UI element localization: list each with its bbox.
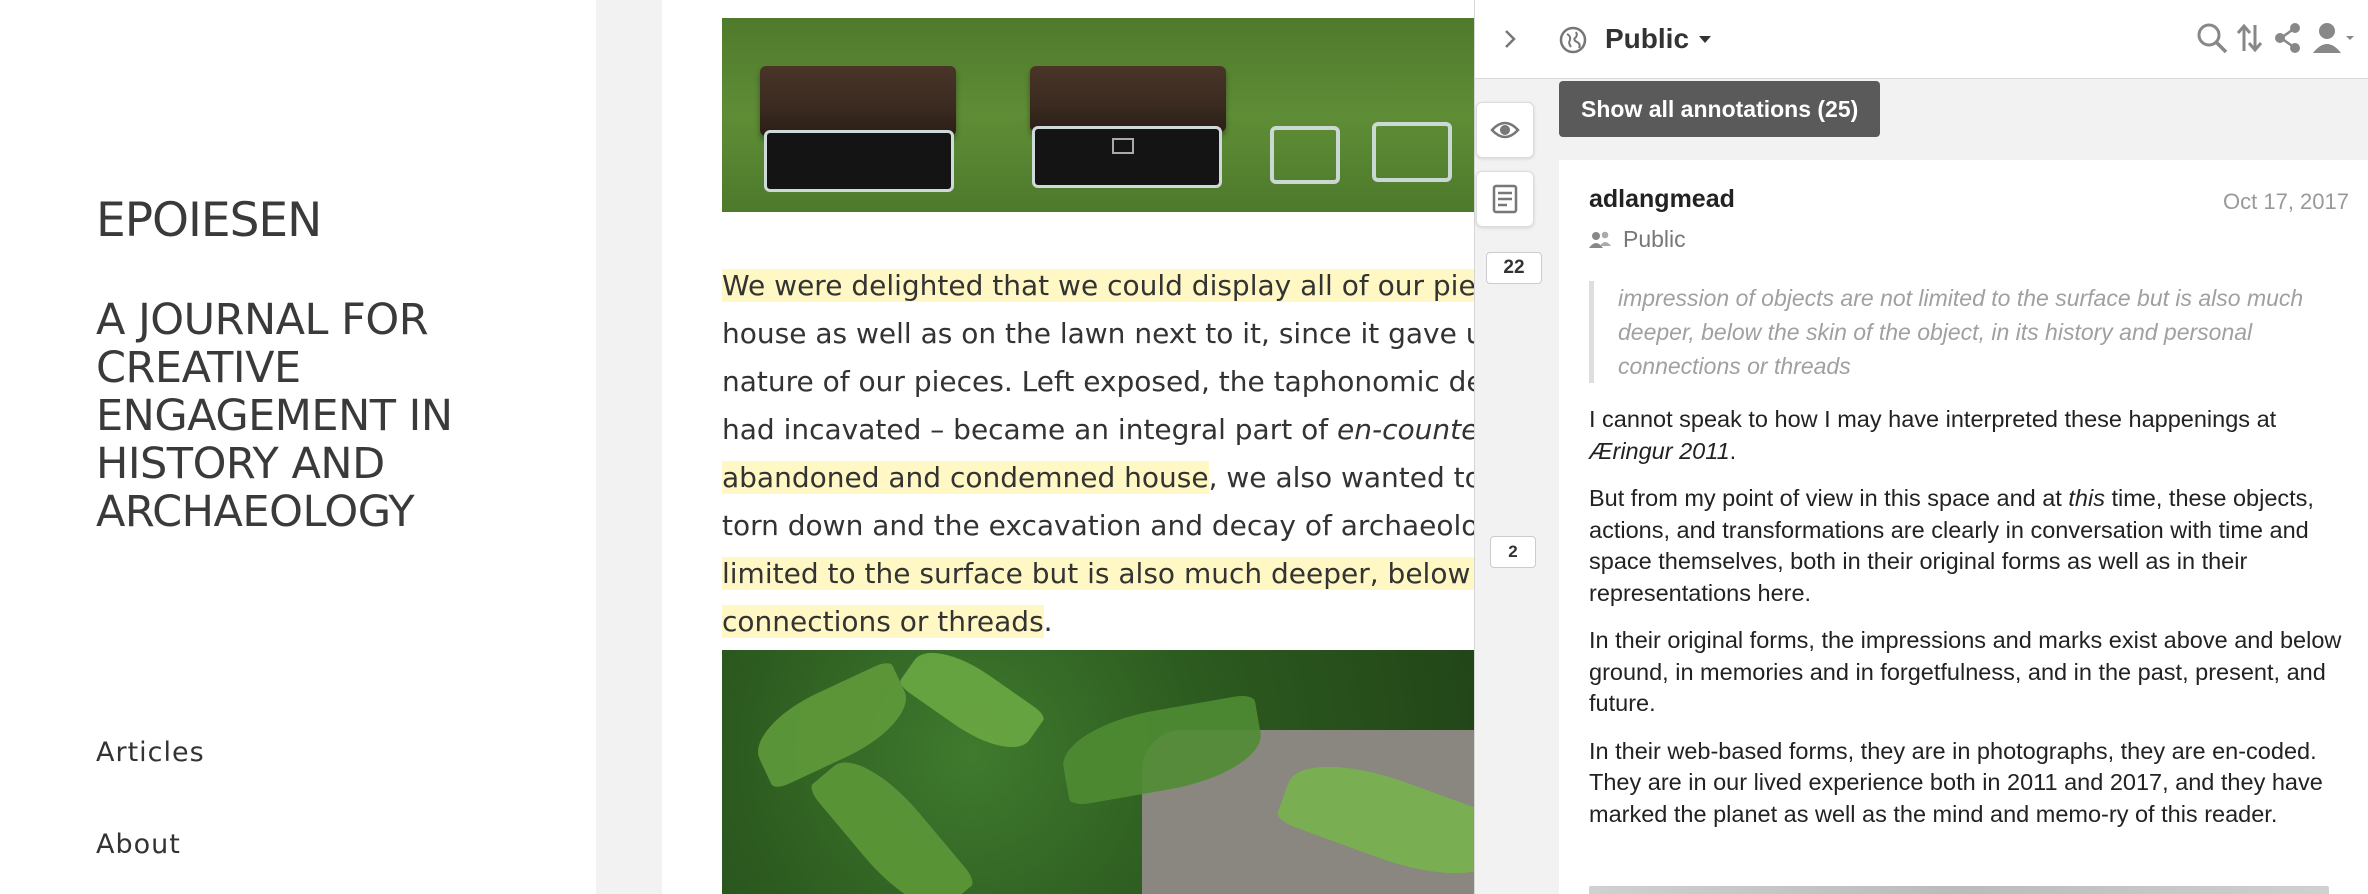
- annotation-embedded-screenshot: [1589, 886, 2329, 894]
- annotation-paragraph: I cannot speak to how I may have interpr…: [1589, 404, 2344, 467]
- annotation-text: In their web-based forms, they are in ph…: [1589, 737, 2323, 827]
- chevron-right-icon: [1505, 30, 1516, 48]
- chalk-outline: [1270, 126, 1340, 184]
- highlighted-text[interactable]: connections or threads: [722, 605, 1044, 638]
- annotation-card[interactable]: adlangmead Oct 17, 2017 Public impressio…: [1559, 160, 2368, 894]
- show-all-annotations-button[interactable]: Show all annotations (25): [1559, 81, 1881, 137]
- article-text-segment: had incavated – became an integral part …: [722, 413, 1337, 446]
- annotation-paragraph: In their original forms, the impressions…: [1589, 625, 2344, 720]
- toggle-highlights-button[interactable]: [1476, 102, 1534, 158]
- annotation-body: I cannot speak to how I may have interpr…: [1589, 404, 2344, 846]
- search-icon[interactable]: [2195, 21, 2229, 60]
- privacy-label: Public: [1623, 226, 1686, 252]
- highlighted-text[interactable]: abandoned and condemned house: [722, 461, 1209, 494]
- article-line: We were delighted that we could display …: [722, 262, 1542, 310]
- annotation-topbar: Public: [1475, 0, 2368, 79]
- user-icon[interactable]: [2313, 21, 2357, 60]
- article-line: nature of our pieces. Left exposed, the …: [722, 358, 1542, 406]
- annotation-paragraph: In their web-based forms, they are in ph…: [1589, 736, 2344, 831]
- article-line: torn down and the excavation and decay o…: [722, 502, 1542, 550]
- globe-icon[interactable]: [1559, 26, 1587, 59]
- collapse-sidebar-button[interactable]: [1495, 24, 1525, 54]
- soil-mound: [760, 66, 956, 136]
- leaf: [807, 743, 977, 894]
- article-line: house as well as on the lawn next to it,…: [722, 310, 1542, 358]
- highlighted-text[interactable]: We were delighted that we could display …: [722, 269, 1542, 302]
- site-tagline: A JOURNAL FOR CREATIVE ENGAGEMENT IN HIS…: [96, 295, 453, 537]
- nav-link-articles[interactable]: Articles: [96, 737, 205, 768]
- site-sidebar: EPOIESEN A JOURNAL FOR CREATIVE ENGAGEME…: [0, 0, 596, 894]
- page-gutter: [596, 0, 662, 894]
- article-photo-bottom: [722, 650, 1542, 894]
- article-text: We were delighted that we could display …: [722, 262, 1542, 646]
- leaf: [897, 650, 1047, 765]
- annotation-paragraph: But from my point of view in this space …: [1589, 483, 2344, 609]
- annotation-text: this: [2068, 485, 2105, 511]
- article-text-segment: torn down and the excavation and decay o…: [722, 509, 1542, 542]
- annotation-privacy: Public: [1589, 226, 1686, 253]
- excavated-pit: [1032, 126, 1222, 188]
- soil-mound: [1030, 66, 1226, 132]
- article-content: We were delighted that we could display …: [662, 0, 1542, 894]
- annotation-text: Æringur 2011: [1589, 437, 1730, 464]
- annotation-sidebar: Public Show all annotations (25) adlangm…: [1474, 0, 2368, 894]
- annotation-text: .: [1729, 437, 1737, 464]
- group-selector[interactable]: Public: [1605, 23, 1689, 55]
- group-icon: [1589, 231, 1611, 248]
- marker-square: [1112, 138, 1134, 154]
- annotation-quote: impression of objects are not limited to…: [1589, 281, 2329, 383]
- annotation-bucket[interactable]: 22: [1486, 252, 1542, 284]
- annotation-username[interactable]: adlangmead: [1589, 185, 1735, 214]
- chalk-outline: [1372, 122, 1452, 182]
- article-line: had incavated – became an integral part …: [722, 406, 1542, 454]
- annotation-text: I cannot speak to how I may have interpr…: [1589, 406, 2277, 432]
- article-photo-top: [722, 18, 1542, 212]
- sort-icon[interactable]: [2235, 21, 2265, 60]
- excavated-pit: [764, 130, 954, 192]
- caret-down-icon[interactable]: [1699, 36, 1711, 43]
- article-text-segment: .: [1043, 605, 1053, 638]
- eye-icon: [1490, 121, 1520, 139]
- share-icon[interactable]: [2273, 21, 2303, 60]
- nav-link-about[interactable]: About: [96, 829, 181, 860]
- annotation-text: In their original forms, the impressions…: [1589, 627, 2342, 716]
- highlighted-text[interactable]: limited to the surface but is also much …: [722, 557, 1542, 590]
- site-title[interactable]: EPOIESEN: [96, 193, 322, 248]
- annotation-date[interactable]: Oct 17, 2017: [2223, 189, 2349, 215]
- note-icon: [1492, 184, 1518, 214]
- article-line: abandoned and condemned house, we also w…: [722, 454, 1542, 502]
- article-line: connections or threads.: [722, 598, 1542, 646]
- annotation-bucket[interactable]: 2: [1490, 536, 1536, 568]
- article-text-segment: nature of our pieces. Left exposed, the …: [722, 365, 1542, 398]
- new-page-note-button[interactable]: [1476, 171, 1534, 227]
- article-line: limited to the surface but is also much …: [722, 550, 1542, 598]
- article-text-segment: house as well as on the lawn next to it,…: [722, 317, 1542, 350]
- annotation-text: But from my point of view in this space …: [1589, 485, 2069, 511]
